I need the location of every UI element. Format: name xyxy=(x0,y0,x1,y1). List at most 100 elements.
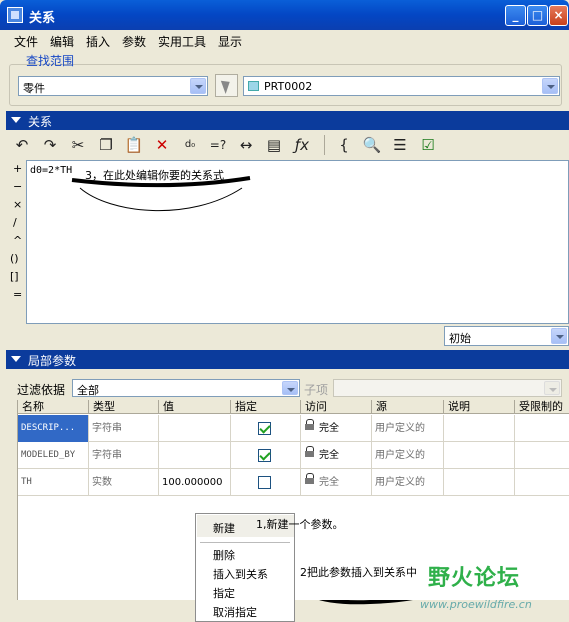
lock-icon xyxy=(304,419,318,433)
column-header-source[interactable]: 源 xyxy=(372,400,444,414)
watermark-url: www.proewildfire.cn xyxy=(420,598,532,611)
part-icon xyxy=(248,81,259,91)
toolbar-separator xyxy=(324,135,325,155)
paste-icon[interactable]: 📋 xyxy=(123,134,145,156)
function-icon[interactable]: ƒx xyxy=(291,134,313,156)
chevron-down-icon[interactable] xyxy=(551,328,567,344)
cell-restricted[interactable] xyxy=(515,415,569,442)
table-row[interactable]: MODELED_BY 字符串 完全 用户定义的 xyxy=(18,442,569,469)
cell-description[interactable] xyxy=(444,469,515,496)
column-header-description[interactable]: 说明 xyxy=(444,400,515,414)
menu-item-new[interactable]: 新建 xyxy=(213,520,235,536)
cell-name[interactable]: DESCRIP... xyxy=(18,415,89,442)
cell-description[interactable] xyxy=(444,415,515,442)
delete-icon[interactable]: ✕ xyxy=(151,134,173,156)
cell-type[interactable]: 字符串 xyxy=(89,442,159,469)
filter-label: 过滤依据 xyxy=(17,383,66,397)
relations-section-title: 关系 xyxy=(28,115,53,129)
menu-file[interactable]: 文件 xyxy=(14,33,38,50)
operator-equals[interactable]: = xyxy=(13,288,22,301)
cell-access[interactable]: 完全 xyxy=(301,442,372,469)
copy-icon[interactable]: ❐ xyxy=(95,134,117,156)
column-header-access[interactable]: 访问 xyxy=(301,400,372,414)
minimize-button[interactable]: _ xyxy=(505,5,526,26)
window-title: 关系 xyxy=(29,11,56,26)
cell-type[interactable]: 实数 xyxy=(89,469,159,496)
menu-separator xyxy=(200,542,290,543)
check-icon[interactable]: ☑ xyxy=(417,134,439,156)
maximize-button[interactable]: □ xyxy=(527,5,548,26)
scope-type-select[interactable]: 零件 xyxy=(18,76,208,96)
cell-value[interactable]: 100.000000 xyxy=(159,469,231,496)
local-params-section-title: 局部参数 xyxy=(28,354,77,368)
menu-utilities[interactable]: 实用工具 xyxy=(158,33,206,50)
verify-icon[interactable]: 🔍 xyxy=(361,134,383,156)
collapse-triangle-icon xyxy=(11,117,21,123)
designated-checkbox[interactable] xyxy=(258,422,271,435)
column-header-designated[interactable]: 指定 xyxy=(231,400,301,414)
select-pointer-button[interactable] xyxy=(215,74,238,97)
column-header-name[interactable]: 名称 xyxy=(18,400,89,414)
menu-display[interactable]: 显示 xyxy=(218,33,242,50)
operator-power[interactable]: ^ xyxy=(13,234,22,247)
relations-editor[interactable]: d0=2*TH 3，在此处编辑你要的关系式 xyxy=(26,160,569,324)
mode-value: 初始 xyxy=(449,332,471,345)
column-header-value[interactable]: 值 xyxy=(159,400,231,414)
operator-minus[interactable]: − xyxy=(13,180,22,193)
relations-section-header[interactable]: 关系 xyxy=(6,111,569,130)
designated-checkbox[interactable] xyxy=(258,476,271,489)
cut-icon[interactable]: ✂ xyxy=(67,134,89,156)
column-header-type[interactable]: 类型 xyxy=(89,400,159,414)
menu-item-delete[interactable]: 删除 xyxy=(213,547,235,563)
operator-parens[interactable]: () xyxy=(10,252,19,265)
cell-source[interactable]: 用户定义的 xyxy=(372,415,444,442)
menu-edit[interactable]: 编辑 xyxy=(50,33,74,50)
undo-icon[interactable]: ↶ xyxy=(11,134,33,156)
cell-source[interactable]: 用户定义的 xyxy=(372,442,444,469)
chevron-down-icon[interactable] xyxy=(282,381,298,395)
menu-item-designate[interactable]: 指定 xyxy=(213,585,235,601)
operator-plus[interactable]: + xyxy=(13,162,22,175)
filter-select[interactable]: 全部 xyxy=(72,379,300,397)
annotation-new-param: 1,新建一个参数。 xyxy=(256,518,344,531)
cell-type[interactable]: 字符串 xyxy=(89,415,159,442)
table-row[interactable]: TH 实数 100.000000 完全 用户定义的 xyxy=(18,469,569,496)
operator-multiply[interactable]: × xyxy=(13,198,22,211)
chevron-down-icon[interactable] xyxy=(190,78,206,94)
cell-name[interactable]: MODELED_BY xyxy=(18,442,89,469)
cell-name[interactable]: TH xyxy=(18,469,89,496)
menu-parameters[interactable]: 参数 xyxy=(122,33,146,50)
cell-restricted[interactable] xyxy=(515,442,569,469)
cell-access[interactable]: 完全 xyxy=(301,469,372,496)
menu-insert[interactable]: 插入 xyxy=(86,33,110,50)
chevron-down-icon[interactable] xyxy=(542,78,558,94)
measure-icon[interactable]: ↔ xyxy=(235,134,257,156)
menu-item-undesignate[interactable]: 取消指定 xyxy=(213,604,257,620)
operator-divide[interactable]: / xyxy=(13,216,17,229)
cell-restricted[interactable] xyxy=(515,469,569,496)
lock-icon xyxy=(304,446,318,460)
parameter-icon[interactable]: ▤ xyxy=(263,134,285,156)
local-params-section-header[interactable]: 局部参数 xyxy=(6,350,569,369)
evaluate-icon[interactable]: =? xyxy=(207,134,229,156)
cell-source[interactable]: 用户定义的 xyxy=(372,469,444,496)
subitem-label: 子项 xyxy=(304,383,329,397)
sort-icon[interactable]: ☰ xyxy=(389,134,411,156)
menu-item-insert-to-relation[interactable]: 插入到关系 xyxy=(213,566,268,582)
subitem-select xyxy=(333,379,562,397)
operator-brackets[interactable]: [] xyxy=(10,270,19,283)
brackets-icon[interactable]: { } xyxy=(333,134,355,176)
cell-description[interactable] xyxy=(444,442,515,469)
close-button[interactable]: × xyxy=(549,5,568,26)
designated-checkbox[interactable] xyxy=(258,449,271,462)
cell-value[interactable] xyxy=(159,415,231,442)
units-icon[interactable]: d₀ xyxy=(179,134,201,156)
cell-value[interactable] xyxy=(159,442,231,469)
model-select[interactable]: PRT0002 xyxy=(243,76,560,96)
chevron-down-icon xyxy=(544,381,560,395)
mode-select[interactable]: 初始 xyxy=(444,326,569,346)
cell-access[interactable]: 完全 xyxy=(301,415,372,442)
column-header-restricted[interactable]: 受限制的 xyxy=(515,400,569,414)
redo-icon[interactable]: ↷ xyxy=(39,134,61,156)
table-row[interactable]: DESCRIP... 字符串 完全 用户定义的 xyxy=(18,415,569,442)
